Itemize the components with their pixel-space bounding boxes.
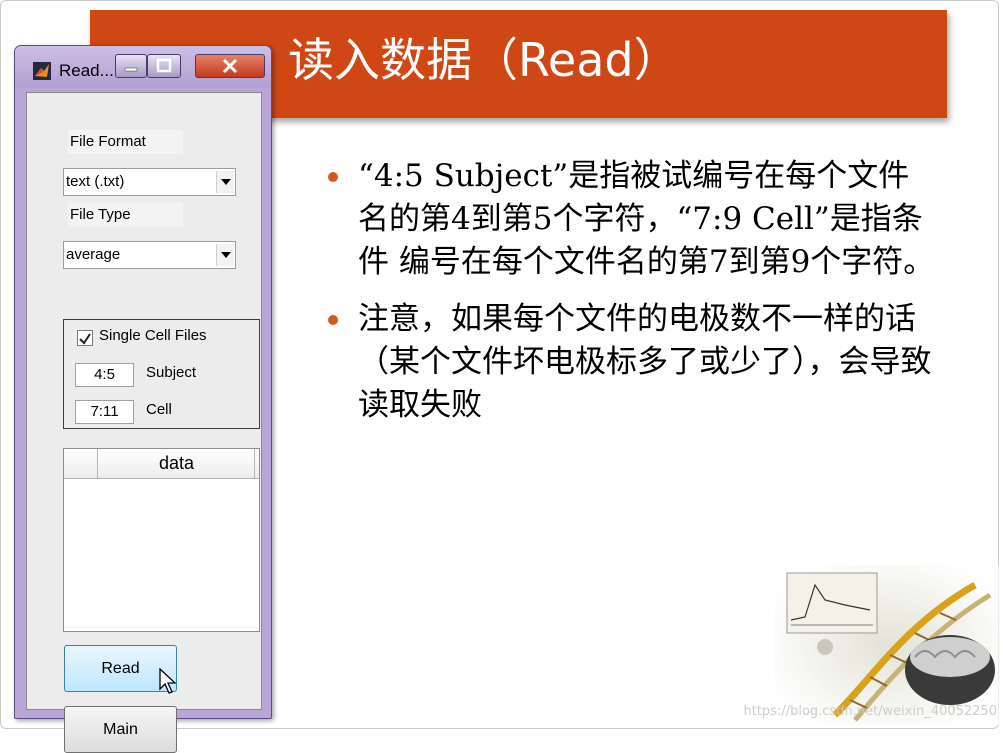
close-icon	[222, 58, 238, 74]
file-format-label: File Format	[68, 130, 183, 154]
file-format-dropdown[interactable]: text (.txt)	[63, 168, 236, 196]
window-title: Read...	[59, 61, 114, 80]
single-cell-checkbox[interactable]	[77, 330, 93, 346]
window-client: File Format text (.txt) File Type averag…	[26, 92, 262, 753]
dropdown-arrow[interactable]	[216, 244, 234, 266]
slide-title: 读入数据（Read）	[288, 33, 680, 87]
watermark: https://blog.csdn.net/weixin_40052250	[743, 704, 997, 719]
minimize-icon	[124, 67, 138, 72]
file-type-dropdown[interactable]: average	[63, 241, 236, 269]
dna-brain-illustration	[775, 565, 1000, 725]
checkmark-icon	[79, 333, 91, 345]
data-table[interactable]: data	[63, 448, 260, 632]
cell-label: Cell	[146, 401, 172, 418]
maximize-button[interactable]	[147, 54, 181, 78]
column-header[interactable]: data	[99, 449, 255, 478]
maximize-icon	[156, 58, 172, 73]
bullet-item: “4:5 Subject”是指被试编号在每个文件名的第4到第5个字符，“7:9 …	[328, 155, 938, 284]
dropdown-arrow[interactable]	[216, 171, 234, 193]
matlab-icon	[33, 62, 51, 80]
mouse-cursor-icon	[159, 668, 177, 694]
main-button[interactable]: Main	[64, 706, 177, 753]
single-cell-panel: Single Cell Files 4:5 Subject 7:11 Cell	[63, 319, 260, 429]
subject-range-input[interactable]: 4:5	[75, 363, 134, 387]
bullet-list: “4:5 Subject”是指被试编号在每个文件名的第4到第5个字符，“7:9 …	[328, 155, 938, 441]
table-header: data	[64, 449, 259, 479]
bullet-dot-icon	[328, 172, 338, 182]
subject-label: Subject	[146, 364, 197, 381]
row-header-corner	[64, 449, 98, 478]
close-button[interactable]	[195, 54, 265, 78]
bullet-text: 注意，如果每个文件的电极数不一样的话（某个文件坏电极标多了或少了），会导致读取失…	[358, 301, 932, 423]
cell-range-input[interactable]: 7:11	[75, 400, 134, 424]
file-type-value: average	[66, 246, 121, 263]
single-cell-label: Single Cell Files	[99, 327, 207, 344]
read-window: Read... File Format text (.txt) File Typ…	[14, 45, 272, 753]
bullet-dot-icon	[328, 315, 338, 325]
minimize-button[interactable]	[115, 54, 147, 78]
bullet-text: “4:5 Subject”是指被试编号在每个文件名的第4到第5个字符，“7:9 …	[358, 158, 935, 280]
chevron-down-icon	[221, 252, 231, 258]
file-type-label: File Type	[68, 203, 183, 227]
bullet-item: 注意，如果每个文件的电极数不一样的话（某个文件坏电极标多了或少了），会导致读取失…	[328, 298, 938, 427]
window-titlebar[interactable]: Read...	[15, 46, 271, 88]
chevron-down-icon	[221, 179, 231, 185]
file-format-value: text (.txt)	[66, 173, 125, 190]
